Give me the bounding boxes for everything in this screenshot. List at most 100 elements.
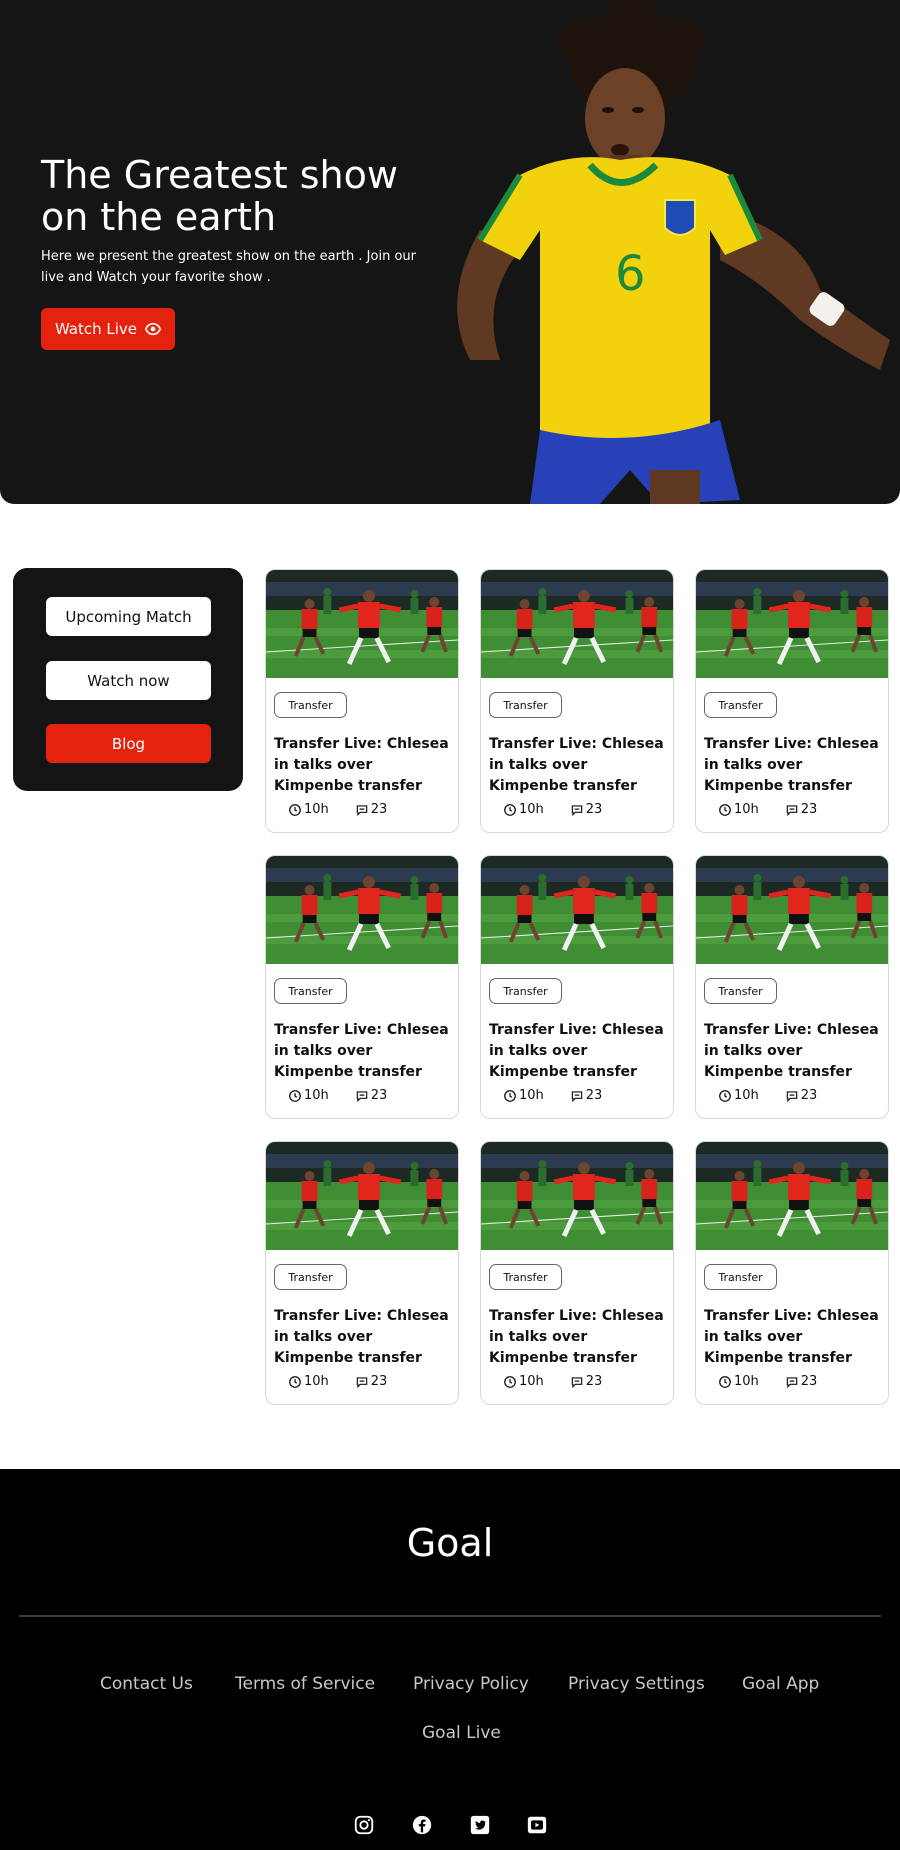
- comment-icon: [356, 1090, 368, 1102]
- article-comment-count: 23: [370, 802, 388, 817]
- article-tag[interactable]: Transfer: [704, 1264, 777, 1290]
- article-time-value: 10h: [734, 802, 759, 817]
- blog-button[interactable]: Blog: [46, 724, 211, 763]
- article-meta: 10h 23: [288, 1374, 387, 1389]
- article-time: 10h: [503, 802, 544, 817]
- article-comments[interactable]: 23: [570, 1088, 603, 1103]
- article-comment-count: 23: [370, 1374, 388, 1389]
- instagram-icon[interactable]: [351, 1812, 377, 1838]
- article-comments[interactable]: 23: [570, 802, 602, 817]
- article-tag[interactable]: Transfer: [489, 692, 562, 718]
- article-meta: 10h 23: [288, 1088, 387, 1103]
- article-comment-count: 23: [585, 1374, 603, 1389]
- article-card[interactable]: Transfer Transfer Live: Chlesea in talks …: [480, 855, 674, 1119]
- article-tag[interactable]: Transfer: [274, 692, 347, 718]
- article-title[interactable]: Transfer Live: Chlesea in talks over Kim…: [489, 1020, 669, 1083]
- footer-link-privacy-policy[interactable]: Privacy Policy: [413, 1674, 529, 1694]
- article-title[interactable]: Transfer Live: Chlesea in talks over Kim…: [704, 1020, 884, 1083]
- sidebar: Upcoming Match Watch now Blog: [13, 568, 243, 791]
- article-card[interactable]: Transfer Transfer Live: Chlesea in talks …: [480, 1141, 674, 1405]
- article-comments[interactable]: 23: [355, 802, 388, 817]
- article-comment-count: 23: [585, 1088, 603, 1103]
- watch-live-button[interactable]: Watch Live: [41, 308, 175, 350]
- article-time-value: 10h: [519, 1374, 544, 1389]
- article-thumbnail: [481, 1142, 673, 1250]
- article-time: 10h: [503, 1088, 544, 1103]
- article-meta: 10h 23: [503, 802, 602, 817]
- clock-icon: [289, 1089, 301, 1102]
- article-comment-count: 23: [370, 1088, 388, 1103]
- footer-divider: [19, 1615, 881, 1617]
- article-card[interactable]: Transfer Transfer Live: Chlesea in talks …: [265, 569, 459, 833]
- twitter-icon[interactable]: [467, 1812, 493, 1838]
- youtube-icon[interactable]: [524, 1812, 550, 1838]
- article-title[interactable]: Transfer Live: Chlesea in talks over Kim…: [489, 734, 669, 797]
- footer-logo[interactable]: Goal: [0, 1521, 900, 1565]
- clock-icon: [719, 1375, 731, 1388]
- article-time: 10h: [718, 1374, 759, 1389]
- article-tag[interactable]: Transfer: [274, 1264, 347, 1290]
- article-comments[interactable]: 23: [785, 802, 818, 817]
- clock-icon: [289, 803, 301, 816]
- article-thumbnail: [481, 570, 673, 678]
- article-card[interactable]: Transfer Transfer Live: Chlesea in talks …: [480, 569, 674, 833]
- footer-link-contact-us[interactable]: Contact Us: [100, 1674, 193, 1694]
- footer-link-goal-live[interactable]: Goal Live: [422, 1723, 501, 1743]
- article-thumbnail: [696, 570, 888, 678]
- footer: Goal Contact Us Terms of Service Privacy…: [0, 1469, 900, 1850]
- article-comments[interactable]: 23: [355, 1374, 388, 1389]
- article-comments[interactable]: 23: [785, 1374, 817, 1389]
- facebook-icon[interactable]: [409, 1812, 435, 1838]
- article-comment-count: 23: [800, 1088, 818, 1103]
- comment-icon: [356, 804, 368, 816]
- comment-icon: [571, 804, 583, 816]
- comment-icon: [571, 1090, 583, 1102]
- watch-now-button[interactable]: Watch now: [46, 661, 211, 700]
- article-meta: 10h 23: [718, 1374, 817, 1389]
- comment-icon: [786, 1376, 798, 1388]
- eye-icon: [145, 322, 162, 336]
- article-comments[interactable]: 23: [355, 1088, 388, 1103]
- article-time-value: 10h: [519, 802, 544, 817]
- article-card[interactable]: Transfer Transfer Live: Chlesea in talks …: [695, 569, 889, 833]
- footer-link-goal-app[interactable]: Goal App: [742, 1674, 819, 1694]
- article-time-value: 10h: [304, 1374, 329, 1389]
- article-thumbnail: [266, 1142, 458, 1250]
- article-time-value: 10h: [304, 1088, 329, 1103]
- article-title[interactable]: Transfer Live: Chlesea in talks over Kim…: [704, 1306, 884, 1369]
- article-meta: 10h 23: [288, 802, 387, 817]
- svg-text:6: 6: [615, 246, 646, 302]
- footer-link-privacy-settings[interactable]: Privacy Settings: [568, 1674, 705, 1694]
- article-thumbnail: [696, 1142, 888, 1250]
- article-card[interactable]: Transfer Transfer Live: Chlesea in talks …: [695, 1141, 889, 1405]
- article-meta: 10h 23: [718, 1088, 817, 1103]
- footer-link-terms-of-service[interactable]: Terms of Service: [235, 1674, 375, 1694]
- article-time: 10h: [718, 802, 759, 817]
- article-title[interactable]: Transfer Live: Chlesea in talks over Kim…: [489, 1306, 669, 1369]
- upcoming-match-button[interactable]: Upcoming Match: [46, 597, 211, 636]
- article-title[interactable]: Transfer Live: Chlesea in talks over Kim…: [274, 1020, 454, 1083]
- article-meta: 10h 23: [503, 1088, 602, 1103]
- article-tag[interactable]: Transfer: [704, 978, 777, 1004]
- article-comments[interactable]: 23: [785, 1088, 818, 1103]
- article-tag[interactable]: Transfer: [704, 692, 777, 718]
- article-tag[interactable]: Transfer: [274, 978, 347, 1004]
- article-meta: 10h 23: [718, 802, 817, 817]
- article-tag[interactable]: Transfer: [489, 978, 562, 1004]
- article-comment-count: 23: [800, 802, 818, 817]
- clock-icon: [504, 1089, 516, 1102]
- article-card[interactable]: Transfer Transfer Live: Chlesea in talks …: [265, 855, 459, 1119]
- comment-icon: [356, 1376, 368, 1388]
- article-title[interactable]: Transfer Live: Chlesea in talks over Kim…: [274, 1306, 454, 1369]
- article-thumbnail: [266, 856, 458, 964]
- article-comments[interactable]: 23: [570, 1374, 603, 1389]
- article-tag[interactable]: Transfer: [489, 1264, 562, 1290]
- article-card[interactable]: Transfer Transfer Live: Chlesea in talks …: [695, 855, 889, 1119]
- article-meta: 10h 23: [503, 1374, 602, 1389]
- article-card[interactable]: Transfer Transfer Live: Chlesea in talks …: [265, 1141, 459, 1405]
- article-title[interactable]: Transfer Live: Chlesea in talks over Kim…: [274, 734, 454, 797]
- article-thumbnail: [696, 856, 888, 964]
- article-title[interactable]: Transfer Live: Chlesea in talks over Kim…: [704, 734, 884, 797]
- clock-icon: [719, 803, 731, 816]
- hero-player-image: 6: [457, 0, 890, 504]
